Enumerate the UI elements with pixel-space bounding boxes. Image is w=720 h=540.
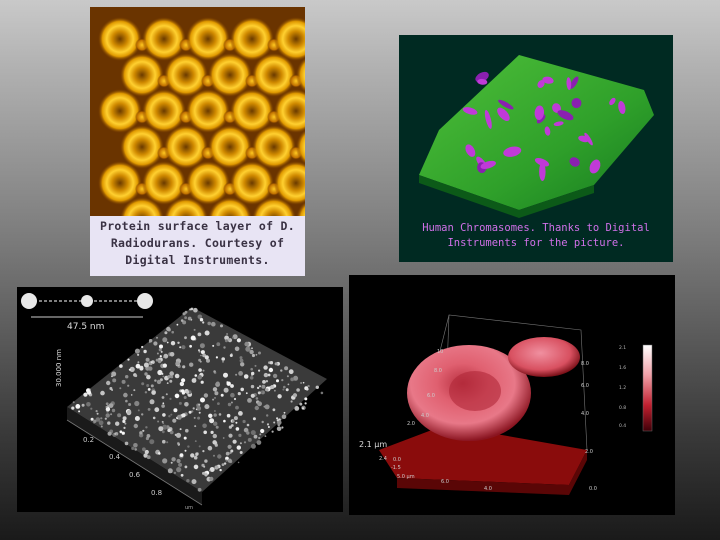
blood-cell-panel: 10 8.0 6.0 4.0 2.0 8.0 6.0 4.0 2.0 2.4 0…	[349, 275, 675, 515]
caption-line: Human Chromasomes. Thanks to Digital	[422, 222, 650, 234]
axis-tick: 0.4	[109, 453, 121, 461]
colorbar-tick: 2.1	[619, 345, 626, 351]
bead-marker	[137, 293, 153, 309]
axis-tick: 0.6	[129, 471, 141, 479]
chromosome-image	[419, 55, 654, 218]
protein-surface-image	[90, 7, 305, 216]
axis-tick: 8.0	[581, 361, 589, 367]
chromosome-panel: Human Chromasomes. Thanks to Digital Ins…	[399, 35, 673, 262]
colorbar-tick: 0.4	[619, 423, 626, 429]
axis-tick: 0.2	[83, 436, 94, 444]
axis-tick: 0.8	[151, 489, 162, 497]
axis-tick: 4.0	[484, 486, 492, 492]
afm-grayscale-panel: 47.5 nm 30.000 nm 0.2 0.4 0.6 0.8 um	[17, 287, 343, 512]
z-axis-label: 2.1 µm	[359, 440, 387, 449]
caption-line: Digital Instruments.	[125, 253, 270, 267]
scale-label: 47.5 nm	[67, 322, 104, 332]
z-axis-label: 30.000 nm	[55, 349, 63, 387]
axis-tick: 6.0	[441, 479, 449, 485]
axis-tick: 10	[437, 349, 443, 355]
axis-tick: 4.0	[421, 413, 429, 419]
axis-tick: 0.0	[589, 486, 597, 492]
afm-grayscale-image: 47.5 nm 30.000 nm 0.2 0.4 0.6 0.8 um	[21, 293, 327, 511]
colorbar-tick: 0.8	[619, 405, 626, 411]
axis-tick: 6.0	[581, 383, 589, 389]
axis-tick: 2.4	[379, 456, 387, 462]
axis-tick: 8.0	[434, 368, 442, 374]
caption-line: Instruments for the picture.	[447, 237, 625, 249]
axis-tick: 6.0	[427, 393, 435, 399]
colorbar-tick: 1.2	[619, 385, 626, 391]
axis-tick: -1.5	[391, 465, 401, 471]
colorbar	[642, 344, 653, 432]
axis-tick: 5.0 µm	[397, 474, 415, 480]
axis-tick: 2.0	[585, 449, 593, 455]
axis-tick: 2.0	[407, 421, 415, 427]
blood-cell-image: 10 8.0 6.0 4.0 2.0 8.0 6.0 4.0 2.0 2.4 0…	[359, 314, 653, 495]
caption-line: Protein surface layer of D.	[99, 219, 296, 233]
caption-line: Radiodurans. Courtesy of	[110, 236, 285, 250]
bead-marker	[81, 295, 93, 307]
axis-tick: 4.0	[581, 411, 589, 417]
axis-tick: 0.0	[393, 457, 401, 463]
colorbar-tick: 1.6	[619, 365, 626, 371]
unit-label: um	[185, 505, 193, 511]
protein-surface-panel: Protein surface layer of D. Radiodurans.…	[90, 7, 305, 276]
bead-marker	[21, 293, 37, 309]
